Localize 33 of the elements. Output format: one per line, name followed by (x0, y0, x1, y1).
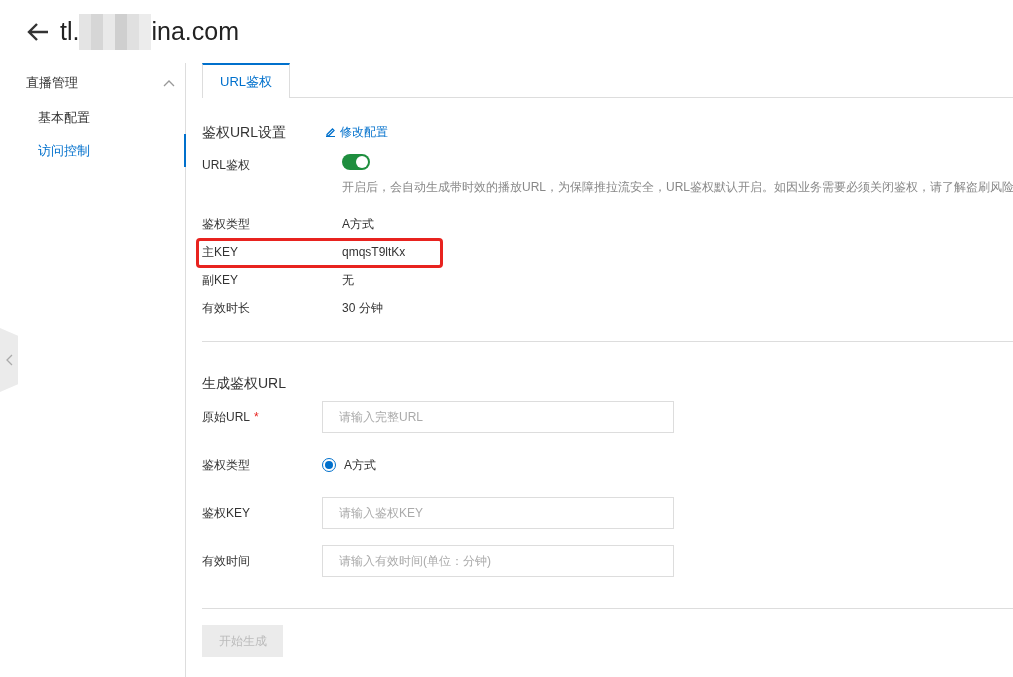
field-value: 30 分钟 (342, 300, 383, 317)
input-field[interactable]: 请输入鉴权KEY (322, 497, 674, 529)
field-label: 原始URL (202, 409, 250, 426)
input-field[interactable]: 请输入完整URL (322, 401, 674, 433)
section-title: 生成鉴权URL (202, 374, 287, 393)
edit-link[interactable]: 修改配置 (326, 123, 388, 141)
help-text: 开启后，会自动生成带时效的播放URL，为保障推拉流安全，URL鉴权默认开启。如因业务需要必须关闭鉴权，请了解盗刷风险 (342, 179, 1013, 196)
toggle-switch[interactable] (342, 154, 370, 170)
field-label: 有效时间 (202, 553, 250, 570)
page-title: ina.com (151, 15, 239, 47)
sidebar-group[interactable]: 直播管理 (0, 65, 185, 101)
field-value: 无 (342, 272, 354, 289)
field-label: 主KEY (202, 244, 239, 261)
input-field[interactable]: 请输入有效时间(单位：分钟) (322, 545, 674, 577)
page-title: tl. (60, 15, 80, 47)
field-label: 副KEY (202, 272, 239, 289)
pencil-icon (326, 127, 336, 137)
field-label: 鉴权KEY (202, 505, 250, 522)
chevron-left-icon (5, 354, 13, 366)
sidebar-item[interactable]: 访问控制 (0, 134, 185, 167)
field-label: URL鉴权 (202, 157, 251, 174)
section-title: 鉴权URL设置 (202, 122, 287, 142)
field-label: 鉴权类型 (202, 457, 250, 474)
field-value: qmqsT9ltKx (342, 244, 406, 261)
field-label: 鉴权类型 (202, 216, 251, 233)
sidebar-item[interactable]: 基本配置 (0, 101, 185, 134)
field-value: A方式 (342, 216, 374, 233)
tab[interactable]: URL鉴权 (202, 63, 290, 98)
field-label: 有效时长 (202, 300, 251, 317)
collapse-handle[interactable] (0, 328, 18, 392)
required-mark: * (254, 409, 259, 426)
back-arrow-icon[interactable] (26, 21, 50, 42)
radio-option[interactable]: A方式 (322, 456, 376, 474)
